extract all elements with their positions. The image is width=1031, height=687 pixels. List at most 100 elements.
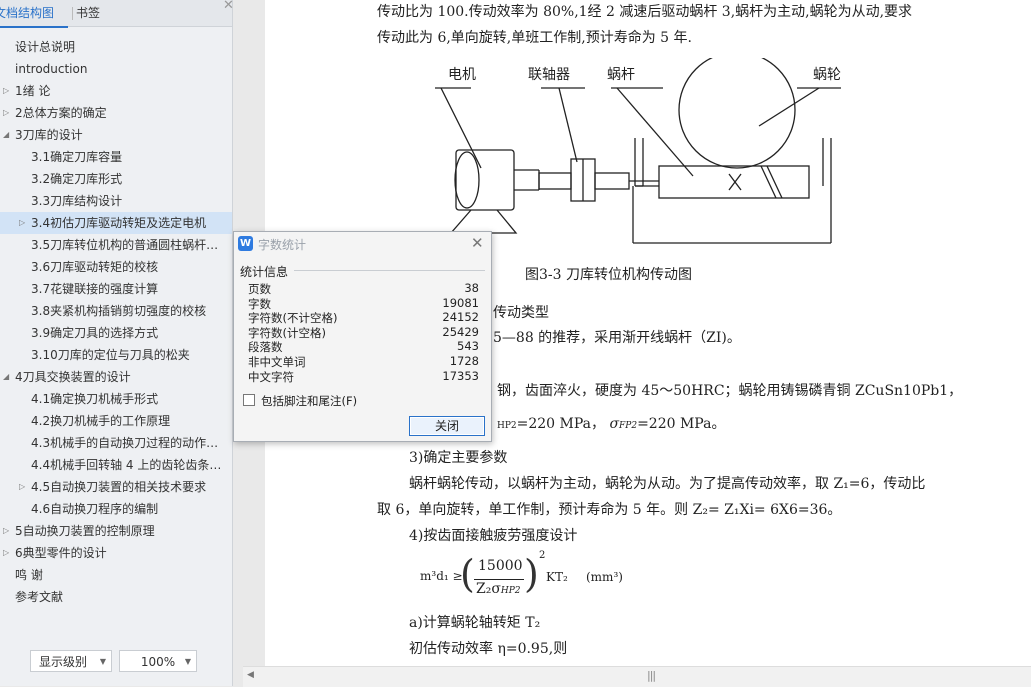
outline-item[interactable]: 4.3机械手的自动换刀过程的动作分析 xyxy=(0,432,232,454)
zoom-select[interactable]: 100% ▼ xyxy=(119,650,197,672)
outline-item[interactable]: 3.2确定刀库形式 xyxy=(0,168,232,190)
section-heading: 统计信息 xyxy=(240,265,289,279)
collapsed-arrow-icon[interactable]: ▷ xyxy=(3,542,9,564)
outline-item-label: 4.2换刀机械手的工作原理 xyxy=(31,414,171,428)
outline-item[interactable]: 3.7花键联接的强度计算 xyxy=(0,278,232,300)
collapsed-arrow-icon[interactable]: ▷ xyxy=(19,212,25,234)
document-structure-panel: 文档结构图 书签 ✕ 设计总说明 introduction ▷ 1绪 论 ▷ 2总体方案的… xyxy=(0,0,234,686)
outline-item[interactable]: introduction xyxy=(0,58,232,80)
mechanism-drawing xyxy=(435,58,841,244)
outline-item[interactable]: 3.6刀库驱动转矩的校核 xyxy=(0,256,232,278)
stat-label: 段落数 xyxy=(248,340,283,355)
outline-item-label: 3.2确定刀库形式 xyxy=(31,172,123,186)
stat-label: 页数 xyxy=(248,282,271,296)
collapsed-arrow-icon[interactable]: ▷ xyxy=(3,80,9,102)
paragraph-line: 钢，齿面淬火，硬度为 45～50HRC；蜗轮用铸锡磷青铜 ZCuSn10Pb1， xyxy=(497,383,963,399)
outline-item[interactable]: 3.9确定刀具的选择方式 xyxy=(0,322,232,344)
stat-label: 中文字符 xyxy=(248,369,294,384)
paragraph-line: 蜗杆蜗轮传动，以蜗杆为主动，蜗轮为从动。为了提高传动效率，取 Z₁=6，传动比 xyxy=(409,476,926,492)
outline-item-label: 4.3机械手的自动换刀过程的动作分析 xyxy=(31,436,231,450)
nav-tabs: 文档结构图 书签 ✕ xyxy=(0,0,234,28)
outline-item[interactable]: ◢ 3刀库的设计 xyxy=(0,124,232,146)
outline-item[interactable]: ▷ 2总体方案的确定 xyxy=(0,102,232,124)
outline-item[interactable]: ◢ 4刀具交换装置的设计 xyxy=(0,366,232,388)
label-coupling: 联轴器 xyxy=(528,67,570,83)
scroll-left-icon[interactable]: ◀ xyxy=(247,670,254,680)
outline-item[interactable]: 设计总说明 xyxy=(0,36,232,58)
stat-value: 17353 xyxy=(442,368,479,383)
formula-unit: (mm³) xyxy=(586,570,623,584)
expanded-arrow-icon[interactable]: ◢ xyxy=(3,124,9,146)
outline-item[interactable]: ▷ 5自动换刀装置的控制原理 xyxy=(0,520,232,542)
formula-rhs: KT₂ xyxy=(546,570,568,584)
outline-item-label: 4.4机械手回转轴 4 上的齿轮齿条传动设计 xyxy=(31,458,232,472)
outline-item[interactable]: 3.10刀库的定位与刀具的松夹 xyxy=(0,344,232,366)
stat-row: 段落数 543 xyxy=(248,339,479,354)
include-footnotes-checkbox[interactable] xyxy=(243,394,255,406)
transmission-diagram: 电机 联轴器 蜗杆 蜗轮 图3-3 刀库转位机构传动图 xyxy=(431,58,891,290)
expanded-arrow-icon[interactable]: ◢ xyxy=(3,366,9,388)
formula-lhs: m³d₁ ≥ xyxy=(420,569,463,583)
dialog-titlebar[interactable]: W 字数统计 ✕ xyxy=(234,232,491,256)
outline-item[interactable]: 4.6自动换刀程序的编制 xyxy=(0,498,232,520)
outline-item[interactable]: 3.8夹紧机构插销剪切强度的校核 xyxy=(0,300,232,322)
fraction-bar xyxy=(474,579,524,580)
tab-document-structure[interactable]: 文档结构图 xyxy=(0,0,68,28)
horizontal-scrollbar[interactable]: ◀ ||| xyxy=(243,666,1031,687)
outline-item-label: 4.5自动换刀装置的相关技术要求 xyxy=(31,480,207,494)
formula-denominator: Z₂σHP2 xyxy=(476,581,521,597)
collapsed-arrow-icon[interactable]: ▷ xyxy=(3,520,9,542)
word-count-dialog: W 字数统计 ✕ 统计信息 页数 38 字数 19081 字符数(不计空格) 24152 字… xyxy=(233,231,492,442)
paragraph-line: 传动此为 6,单向旋转,单班工作制,预计寿命为 5 年. xyxy=(377,30,692,46)
display-level-select[interactable]: 显示级别 ▼ xyxy=(30,650,112,672)
section-divider xyxy=(294,270,485,271)
outline-item-label: 3刀库的设计 xyxy=(15,128,83,142)
stat-value: 19081 xyxy=(442,295,479,310)
outline-item-label: 5自动换刀装置的控制原理 xyxy=(15,524,155,538)
outline-tree: 设计总说明 introduction ▷ 1绪 论 ▷ 2总体方案的确定 ◢ 3刀库的设计 3.… xyxy=(0,36,232,608)
outline-item[interactable]: 参考文献 xyxy=(0,586,232,608)
display-level-value: 显示级别 xyxy=(39,655,88,669)
label-worm-wheel: 蜗轮 xyxy=(813,67,841,83)
paragraph-line: 初估传动效率 η=0.95,则 xyxy=(409,641,568,657)
outline-item[interactable]: 3.5刀库转位机构的普通圆柱蜗杆传动设计 xyxy=(0,234,232,256)
outline-item-label: 鸣 谢 xyxy=(15,568,43,582)
zoom-value: 100% xyxy=(140,655,176,669)
scroll-grip-icon[interactable]: ||| xyxy=(647,669,656,682)
close-button[interactable]: 关闭 xyxy=(409,416,485,436)
stat-label: 字数 xyxy=(248,296,271,311)
tab-bookmarks[interactable]: 书签 xyxy=(76,0,116,26)
collapsed-arrow-icon[interactable]: ▷ xyxy=(3,102,9,124)
outline-item[interactable]: ▷ 3.4初估刀库驱动转矩及选定电机 xyxy=(0,212,232,234)
outline-item[interactable]: 3.3刀库结构设计 xyxy=(0,190,232,212)
heading-3: 3)确定主要参数 xyxy=(409,450,508,466)
outline-item-label: 3.4初估刀库驱动转矩及选定电机 xyxy=(31,216,207,230)
outline-item-label: 4.1确定换刀机械手形式 xyxy=(31,392,159,406)
outline-item[interactable]: ▷ 4.5自动换刀装置的相关技术要求 xyxy=(0,476,232,498)
close-icon[interactable]: ✕ xyxy=(471,234,484,252)
outline-item[interactable]: 鸣 谢 xyxy=(0,564,232,586)
stat-row: 非中文单词 1728 xyxy=(248,354,479,369)
stat-value: 38 xyxy=(464,281,479,295)
outline-item[interactable]: ▷ 6典型零件的设计 xyxy=(0,542,232,564)
chevron-down-icon: ▼ xyxy=(99,657,106,666)
outline-item-label: 3.1确定刀库容量 xyxy=(31,150,123,164)
formula-numerator: 15000 xyxy=(478,558,523,574)
outline-item-label: 参考文献 xyxy=(15,590,64,604)
outline-item[interactable]: 4.1确定换刀机械手形式 xyxy=(0,388,232,410)
stat-value: 24152 xyxy=(442,310,479,325)
paragraph-line: 取 6，单向旋转，单工作制，预计寿命为 5 年。则 Z₂= Z₁Xi= 6X6=… xyxy=(377,502,842,518)
outline-item-label: 4.6自动换刀程序的编制 xyxy=(31,502,159,516)
formula-exponent: 2 xyxy=(539,550,546,561)
outline-item[interactable]: 4.2换刀机械手的工作原理 xyxy=(0,410,232,432)
paragraph-line: a)计算蜗轮轴转矩 T₂ xyxy=(409,615,541,631)
include-footnotes-label[interactable]: 包括脚注和尾注(F) xyxy=(261,393,357,409)
collapsed-arrow-icon[interactable]: ▷ xyxy=(19,476,25,498)
heading-4: 4)按齿面接触疲劳强度设计 xyxy=(409,528,578,544)
outline-item[interactable]: 4.4机械手回转轴 4 上的齿轮齿条传动设计 xyxy=(0,454,232,476)
outline-item[interactable]: ▷ 1绪 论 xyxy=(0,80,232,102)
figure-caption: 图3-3 刀库转位机构传动图 xyxy=(525,267,692,283)
stat-row: 中文字符 17353 xyxy=(248,369,479,384)
stat-value: 543 xyxy=(457,339,479,354)
outline-item[interactable]: 3.1确定刀库容量 xyxy=(0,146,232,168)
